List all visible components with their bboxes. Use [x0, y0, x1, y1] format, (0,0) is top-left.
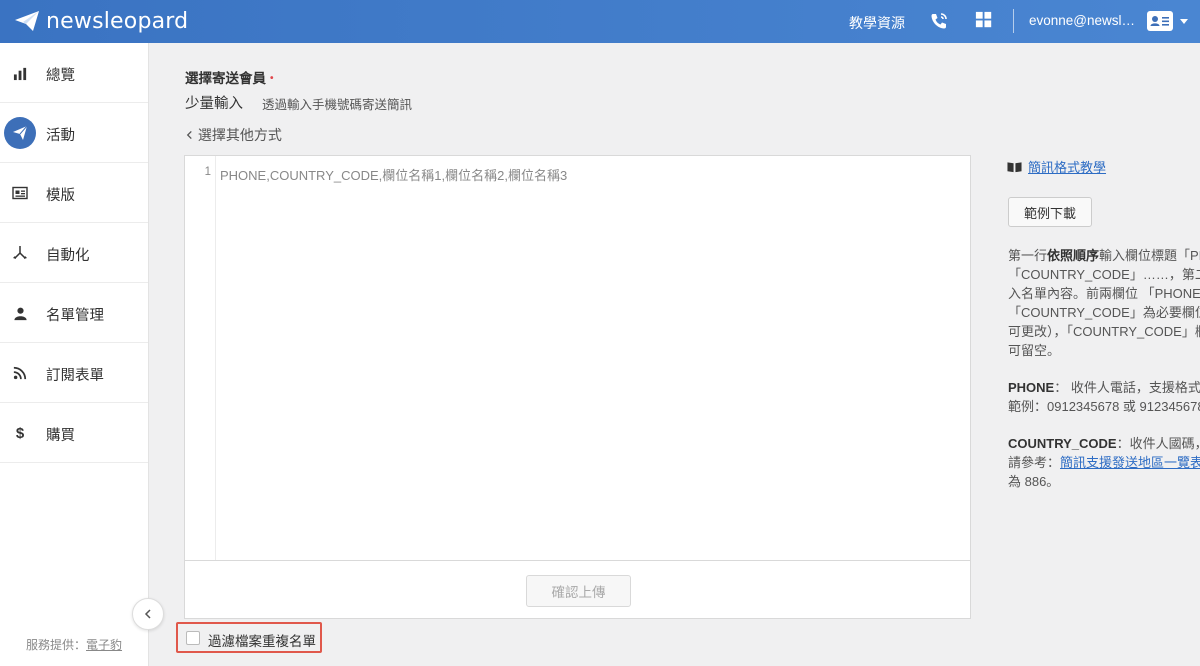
- help-text: 「COUNTRY_CODE」……，第二行開始輸: [1008, 267, 1200, 282]
- country-code-term: COUNTRY_CODE: [1008, 436, 1117, 451]
- footer-provider-link[interactable]: 電子豹: [86, 638, 122, 652]
- help-text: 請參考：: [1008, 455, 1061, 470]
- sidebar-item-automation[interactable]: 自動化: [0, 223, 148, 283]
- required-marker: •: [270, 73, 274, 84]
- chevron-down-icon[interactable]: [1180, 19, 1188, 24]
- sidebar-item-templates[interactable]: 模版: [0, 163, 148, 223]
- sidebar-item-campaigns[interactable]: 活動: [0, 103, 148, 163]
- top-bar: newsleopard 教學資源 evonne@newsleo...: [0, 0, 1200, 43]
- sidebar-item-purchase[interactable]: $ 購買: [0, 403, 148, 463]
- phone-icon[interactable]: [929, 11, 949, 31]
- book-icon: [1007, 161, 1022, 172]
- help-text: 入名單內容。前兩欄位 「PHONE」、: [1008, 286, 1200, 301]
- footer-prefix: 服務提供：: [26, 638, 87, 652]
- format-link-label: 簡訊格式教學: [1028, 160, 1107, 175]
- help-text: 可更改），「COUNTRY_CODE」欄位值: [1008, 324, 1200, 339]
- sidebar-item-overview[interactable]: 總覽: [0, 43, 148, 103]
- automation-icon: [8, 237, 32, 269]
- phone-list-editor[interactable]: 1 PHONE,COUNTRY_CODE,欄位名稱1,欄位名稱2,欄位名稱3 確…: [184, 155, 971, 619]
- sidebar-item-subscription-forms[interactable]: 訂閱表單: [0, 343, 148, 403]
- help-text: 可留空。: [1008, 343, 1061, 358]
- filter-duplicates-option[interactable]: 過濾檔案重複名單: [176, 622, 322, 653]
- filter-duplicates-label: 過濾檔案重複名單: [208, 634, 316, 649]
- sidebar-item-label: 模版: [46, 188, 75, 204]
- rss-icon: [8, 357, 32, 389]
- section-title: 選擇寄送會員 •: [185, 67, 274, 87]
- sidebar-item-list-management[interactable]: 名單管理: [0, 283, 148, 343]
- editor-placeholder[interactable]: PHONE,COUNTRY_CODE,欄位名稱1,欄位名稱2,欄位名稱3: [220, 165, 567, 184]
- collapse-sidebar-button[interactable]: [132, 598, 164, 630]
- country-code-default: 為 886。: [1008, 474, 1060, 489]
- sidebar-item-label: 總覽: [46, 68, 75, 84]
- line-gutter: 1: [185, 156, 216, 560]
- editor-footer: 確認上傳: [185, 560, 970, 618]
- paper-plane-icon: [4, 117, 36, 149]
- mode-description: 透過輸入手機號碼寄送簡訊: [262, 98, 413, 112]
- user-card-icon[interactable]: [1147, 11, 1173, 31]
- help-instructions: 第一行依照順序輸入欄位標題「PHONE」、 「COUNTRY_CODE」……，第…: [1008, 246, 1200, 491]
- filter-duplicates-checkbox[interactable]: [186, 631, 200, 645]
- line-number: 1: [204, 166, 211, 178]
- user-email[interactable]: evonne@newsleo...: [1029, 13, 1141, 28]
- sidebar-item-label: 訂閱表單: [46, 368, 104, 384]
- apps-grid-icon[interactable]: [975, 11, 995, 31]
- person-icon: [8, 297, 32, 329]
- paper-plane-logo-icon: [15, 11, 39, 31]
- help-text: ： 收件人電話，支援格式: [1054, 380, 1200, 395]
- header-divider: [1013, 9, 1014, 33]
- bar-chart-icon: [8, 57, 32, 89]
- phone-field-term: PHONE: [1008, 380, 1055, 395]
- service-provider-note: 服務提供：電子豹: [26, 636, 122, 653]
- help-text: 「COUNTRY_CODE」為必要欄位（名稱不: [1008, 305, 1200, 320]
- sidebar-item-label: 自動化: [46, 248, 90, 264]
- help-emphasis: 依照順序: [1047, 248, 1100, 263]
- help-text: ：收件人國碼，: [1116, 436, 1200, 451]
- confirm-upload-button[interactable]: 確認上傳: [526, 575, 631, 607]
- help-text: 輸入欄位標題「PHONE」、: [1099, 248, 1200, 263]
- mode-label: 少量輸入: [185, 96, 243, 112]
- back-link-label: 選擇其他方式: [197, 127, 282, 143]
- sidebar-item-label: 名單管理: [46, 308, 104, 324]
- section-title-text: 選擇寄送會員: [185, 71, 266, 86]
- help-text: 第一行: [1008, 248, 1048, 263]
- choose-other-method-link[interactable]: 選擇其他方式: [185, 125, 282, 145]
- sidebar: 總覽 活動 模版 自動化 名單管理 訂閱表單 $ 購買 服務提供：電子豹: [0, 43, 149, 666]
- sms-region-list-link[interactable]: 簡訊支援發送地區一覽表: [1060, 455, 1200, 470]
- sms-format-tutorial-link[interactable]: 簡訊格式教學: [1007, 157, 1106, 176]
- tutorial-link[interactable]: 教學資源: [849, 13, 905, 33]
- phone-example: 範例：0912345678 或 912345678: [1008, 399, 1200, 414]
- template-icon: [8, 177, 32, 209]
- sidebar-item-label: 活動: [46, 128, 75, 144]
- chevron-left-icon: [143, 606, 153, 622]
- chevron-left-icon: [185, 127, 198, 143]
- brand-name: newsleopard: [46, 8, 189, 34]
- sidebar-item-label: 購買: [46, 428, 75, 444]
- dollar-icon: $: [15, 424, 25, 442]
- download-sample-button[interactable]: 範例下載: [1008, 197, 1092, 227]
- logo[interactable]: newsleopard: [14, 8, 188, 34]
